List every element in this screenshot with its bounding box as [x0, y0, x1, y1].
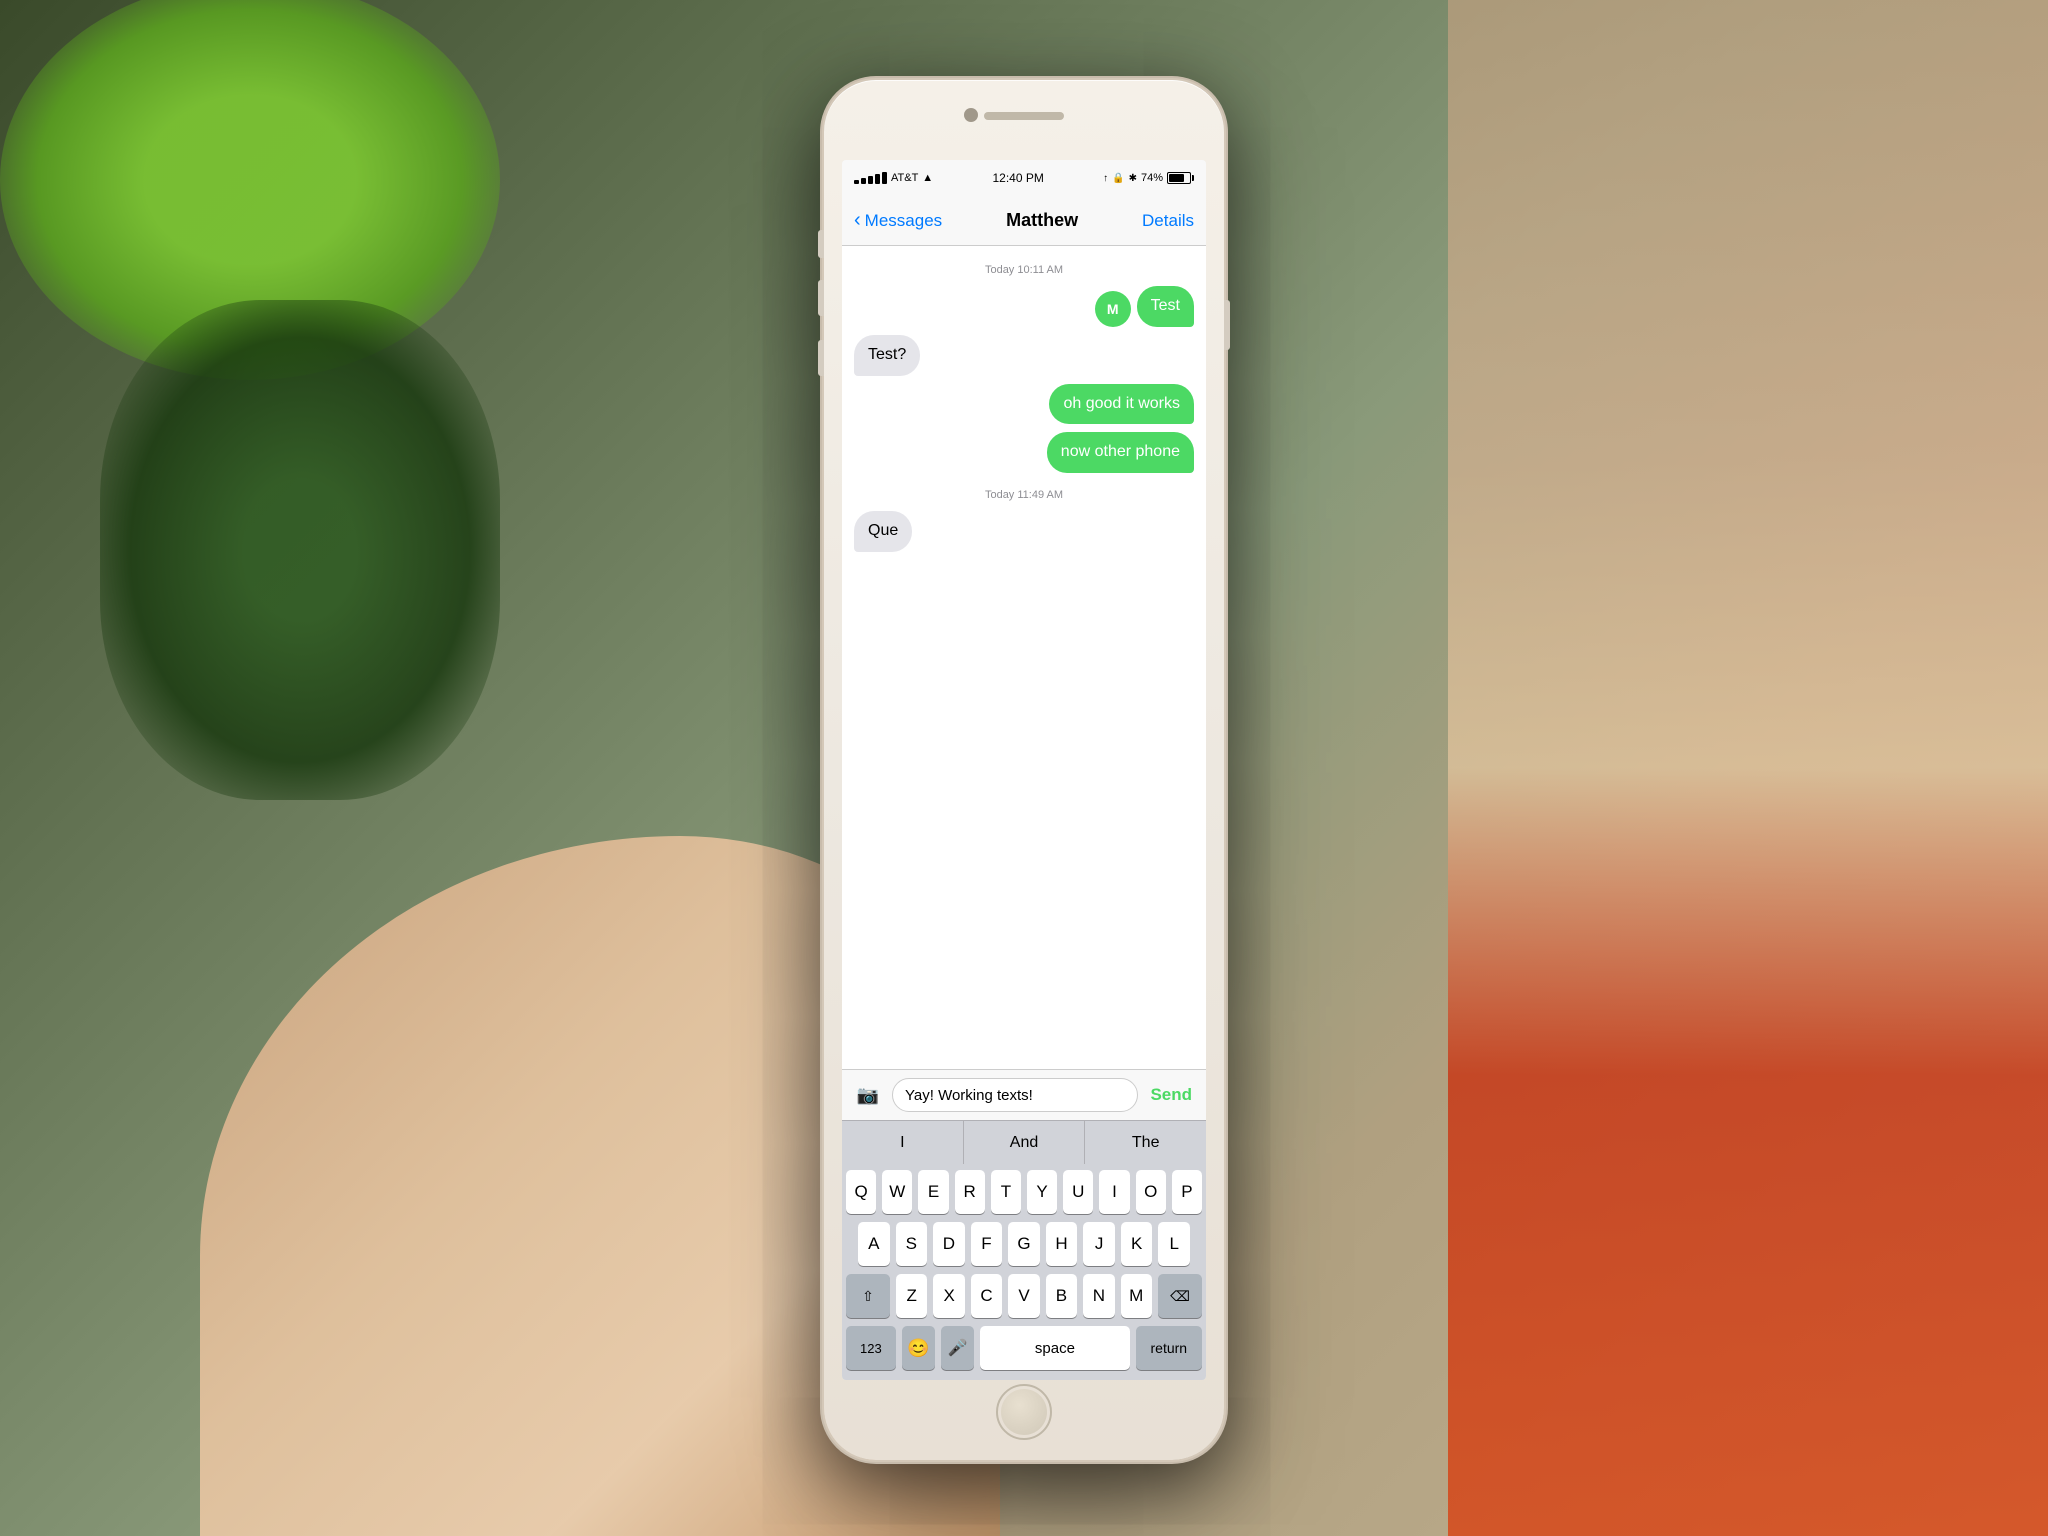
message-bubble: now other phone	[1047, 432, 1194, 473]
iphone-screen: AT&T ▲ 12:40 PM ↑ 🔒 ✱ 74%	[842, 160, 1206, 1380]
iphone: AT&T ▲ 12:40 PM ↑ 🔒 ✱ 74%	[824, 80, 1224, 1460]
signal-bar-1	[854, 180, 859, 184]
signal-icon: ↑	[1103, 173, 1108, 184]
key-f[interactable]: F	[971, 1222, 1003, 1266]
key-s[interactable]: S	[896, 1222, 928, 1266]
iphone-body: AT&T ▲ 12:40 PM ↑ 🔒 ✱ 74%	[824, 80, 1224, 1460]
key-t[interactable]: T	[991, 1170, 1021, 1214]
keyboard-row-3: ⇧ Z X C V B N M ⌫	[842, 1268, 1206, 1320]
bluetooth-icon: ✱	[1129, 173, 1137, 184]
keyboard-row-1: Q W E R T Y U I O P	[842, 1164, 1206, 1216]
key-d[interactable]: D	[933, 1222, 965, 1266]
messages-area: Today 10:11 AM M Test Test? oh good it w…	[842, 246, 1206, 1069]
key-b[interactable]: B	[1046, 1274, 1077, 1318]
avatar: M	[1095, 291, 1131, 327]
message-row: Que	[854, 511, 1194, 552]
key-p[interactable]: P	[1172, 1170, 1202, 1214]
key-l[interactable]: L	[1158, 1222, 1190, 1266]
key-w[interactable]: W	[882, 1170, 912, 1214]
camera-icon: 📷	[857, 1085, 879, 1106]
wifi-icon: ▲	[922, 172, 933, 184]
speaker-grille	[984, 112, 1064, 120]
timestamp-2: Today 11:49 AM	[854, 489, 1194, 501]
key-i[interactable]: I	[1099, 1170, 1129, 1214]
conversation-title: Matthew	[1006, 210, 1078, 231]
status-left: AT&T ▲	[854, 172, 933, 184]
keyboard-row-4: 123 😊 🎤 space return	[842, 1320, 1206, 1380]
autocomplete-item-3[interactable]: The	[1085, 1121, 1206, 1164]
plant	[100, 300, 500, 800]
message-row: now other phone	[854, 432, 1194, 473]
mic-key[interactable]: 🎤	[941, 1326, 974, 1370]
message-bubble: Que	[854, 511, 912, 552]
input-area: 📷 Yay! Working texts! Send	[842, 1069, 1206, 1120]
message-row: M Test	[854, 286, 1194, 327]
status-time: 12:40 PM	[992, 171, 1043, 185]
signal-bar-2	[861, 178, 866, 184]
signal-bars	[854, 172, 887, 184]
keyboard-row-2: A S D F G H J K L	[842, 1216, 1206, 1268]
delete-key[interactable]: ⌫	[1158, 1274, 1202, 1318]
back-label: Messages	[865, 211, 942, 231]
battery-percent: 74%	[1141, 172, 1163, 184]
home-button[interactable]	[996, 1384, 1052, 1440]
volume-up-button[interactable]	[818, 280, 824, 316]
key-u[interactable]: U	[1063, 1170, 1093, 1214]
key-x[interactable]: X	[933, 1274, 964, 1318]
key-k[interactable]: K	[1121, 1222, 1153, 1266]
autocomplete-bar: I And The	[842, 1120, 1206, 1164]
home-button-inner	[1001, 1389, 1047, 1435]
signal-bar-5	[882, 172, 887, 184]
return-key[interactable]: return	[1136, 1326, 1202, 1370]
key-h[interactable]: H	[1046, 1222, 1078, 1266]
key-y[interactable]: Y	[1027, 1170, 1057, 1214]
key-e[interactable]: E	[918, 1170, 948, 1214]
emoji-key[interactable]: 😊	[902, 1326, 935, 1370]
status-bar: AT&T ▲ 12:40 PM ↑ 🔒 ✱ 74%	[842, 160, 1206, 196]
mute-button[interactable]	[818, 230, 824, 258]
right-background	[1448, 0, 2048, 1536]
front-camera	[964, 108, 978, 122]
autocomplete-item-1[interactable]: I	[842, 1121, 964, 1164]
key-v[interactable]: V	[1008, 1274, 1039, 1318]
key-m[interactable]: M	[1121, 1274, 1152, 1318]
carrier-label: AT&T	[891, 172, 918, 184]
details-button[interactable]: Details	[1142, 211, 1194, 231]
send-button[interactable]: Send	[1146, 1085, 1196, 1105]
nav-bar: ‹ Messages Matthew Details	[842, 196, 1206, 246]
message-input[interactable]: Yay! Working texts!	[892, 1078, 1138, 1112]
space-key[interactable]: space	[980, 1326, 1129, 1370]
key-r[interactable]: R	[955, 1170, 985, 1214]
key-j[interactable]: J	[1083, 1222, 1115, 1266]
message-bubble: Test	[1137, 286, 1194, 327]
volume-down-button[interactable]	[818, 340, 824, 376]
key-g[interactable]: G	[1008, 1222, 1040, 1266]
battery-icon	[1167, 172, 1194, 184]
message-bubble: Test?	[854, 335, 920, 376]
message-row: Test?	[854, 335, 1194, 376]
message-row: oh good it works	[854, 384, 1194, 425]
signal-bar-4	[875, 174, 880, 184]
signal-bar-3	[868, 176, 873, 184]
screen-content: AT&T ▲ 12:40 PM ↑ 🔒 ✱ 74%	[842, 160, 1206, 1380]
message-bubble: oh good it works	[1049, 384, 1194, 425]
timestamp-1: Today 10:11 AM	[854, 264, 1194, 276]
numbers-key[interactable]: 123	[846, 1326, 896, 1370]
status-right: ↑ 🔒 ✱ 74%	[1103, 172, 1194, 184]
key-c[interactable]: C	[971, 1274, 1002, 1318]
autocomplete-item-2[interactable]: And	[964, 1121, 1086, 1164]
shift-key[interactable]: ⇧	[846, 1274, 890, 1318]
keyboard: Q W E R T Y U I O P A S	[842, 1164, 1206, 1380]
back-button[interactable]: ‹ Messages	[854, 210, 942, 232]
camera-button[interactable]: 📷	[852, 1079, 884, 1111]
key-z[interactable]: Z	[896, 1274, 927, 1318]
lock-icon: 🔒	[1112, 173, 1124, 184]
key-q[interactable]: Q	[846, 1170, 876, 1214]
power-button[interactable]	[1224, 300, 1230, 350]
key-a[interactable]: A	[858, 1222, 890, 1266]
input-text: Yay! Working texts!	[905, 1087, 1033, 1104]
back-chevron-icon: ‹	[854, 209, 861, 232]
key-o[interactable]: O	[1136, 1170, 1166, 1214]
key-n[interactable]: N	[1083, 1274, 1114, 1318]
